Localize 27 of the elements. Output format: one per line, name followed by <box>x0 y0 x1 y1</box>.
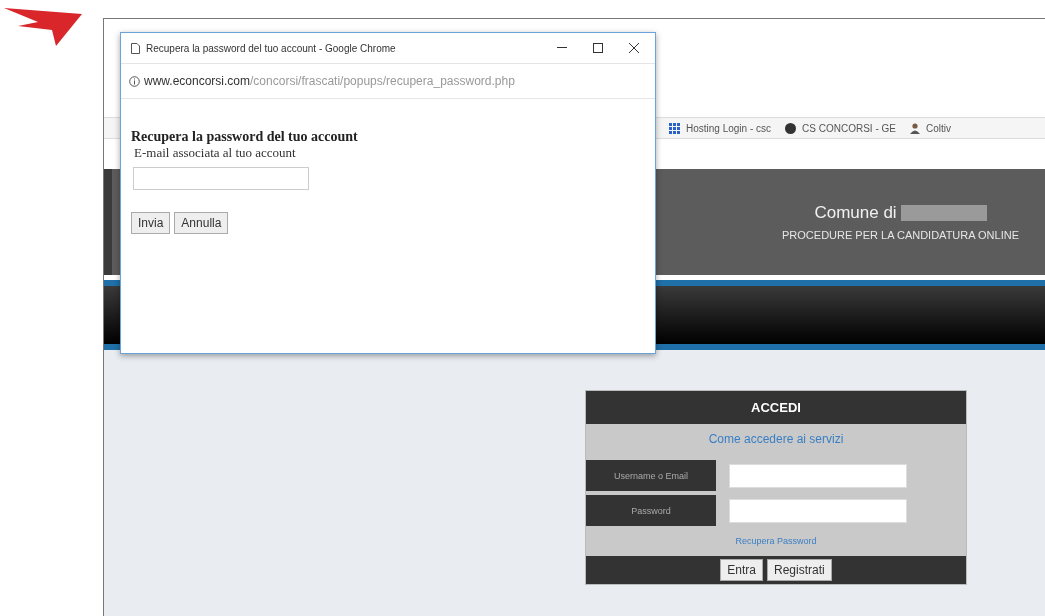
form-button[interactable]: Invia <box>131 212 171 234</box>
form-button[interactable]: Annulla <box>174 212 229 234</box>
header-subtitle: PROCEDURE PER LA CANDIDATURA ONLINE <box>782 229 1019 241</box>
bookmark-item[interactable]: Coltiv <box>909 122 951 134</box>
login-title: ACCEDI <box>586 391 966 424</box>
input-field[interactable] <box>729 498 907 523</box>
form-button[interactable]: Registrati <box>767 559 832 581</box>
popup-heading: Recupera la password del tuo account <box>131 129 358 145</box>
minimize-icon[interactable] <box>557 47 567 49</box>
arrow-icon <box>4 6 82 46</box>
page-icon <box>131 42 140 54</box>
bookmark-item[interactable]: Hosting Login - csc <box>669 122 772 134</box>
window-title: Recupera la password del tuo account - Google Chrome <box>146 42 397 54</box>
maximize-icon[interactable] <box>593 43 603 53</box>
field-label: Username o Email <box>586 460 716 491</box>
input-field[interactable] <box>729 463 907 488</box>
form-button[interactable]: Entra <box>720 559 763 581</box>
close-icon[interactable] <box>629 43 639 53</box>
header-title: Comune di <box>814 203 897 223</box>
grid-icon <box>669 122 680 134</box>
email-input-field[interactable] <box>133 167 309 190</box>
field-label: Password <box>586 495 716 526</box>
info-icon <box>129 75 140 87</box>
email-label: E-mail associata al tuo account <box>134 145 296 161</box>
person-icon <box>909 122 920 134</box>
bookmark-item[interactable]: CS CONCORSI - GE <box>785 122 896 134</box>
address-bar-url[interactable]: www.econcorsi.com/concorsi/frascati/popups/recupera_password.php <box>144 74 515 88</box>
